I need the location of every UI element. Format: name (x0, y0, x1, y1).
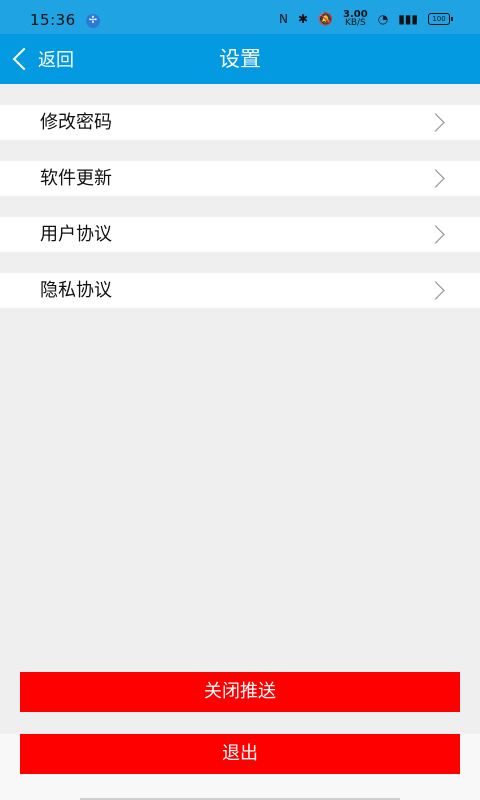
mute-icon: 🔕 (318, 12, 334, 26)
signal-icon: ▮▮▮ (398, 12, 418, 26)
settings-item-change-password[interactable]: 修改密码 (0, 105, 480, 140)
logout-button[interactable]: 退出 (20, 734, 460, 774)
settings-item-label: 修改密码 (40, 112, 112, 133)
network-speed-unit: KB/S (344, 18, 366, 28)
close-push-button[interactable]: 关闭推送 (20, 672, 460, 712)
nfc-icon: N (279, 12, 288, 26)
settings-list: 修改密码 软件更新 用户协议 隐私协议 (0, 105, 480, 308)
status-icons: N ✱ 🔕 3.00 KB/S ◔ ▮▮▮ 100 (279, 10, 453, 28)
status-bar: 15:36 ✢ N ✱ 🔕 3.00 KB/S ◔ ▮▮▮ 100 (0, 0, 480, 34)
header: 返回 设置 (0, 34, 480, 84)
page-title: 设置 (219, 47, 261, 71)
settings-item-privacy-agreement[interactable]: 隐私协议 (0, 273, 480, 308)
settings-item-label: 软件更新 (40, 168, 112, 189)
settings-item-label: 用户协议 (40, 224, 112, 245)
settings-item-user-agreement[interactable]: 用户协议 (0, 217, 480, 252)
chevron-right-icon (426, 169, 445, 188)
status-app-icon: ✢ (86, 14, 100, 28)
chevron-right-icon (426, 281, 445, 300)
settings-item-software-update[interactable]: 软件更新 (0, 161, 480, 196)
network-speed: 3.00 KB/S (343, 10, 368, 28)
settings-item-label: 隐私协议 (40, 280, 112, 301)
wifi-icon: ◔ (377, 12, 389, 26)
status-time: 15:36 (30, 11, 76, 29)
chevron-right-icon (426, 225, 445, 244)
bluetooth-icon: ✱ (298, 12, 309, 26)
battery-icon: 100 (428, 13, 453, 25)
chevron-right-icon (426, 113, 445, 132)
